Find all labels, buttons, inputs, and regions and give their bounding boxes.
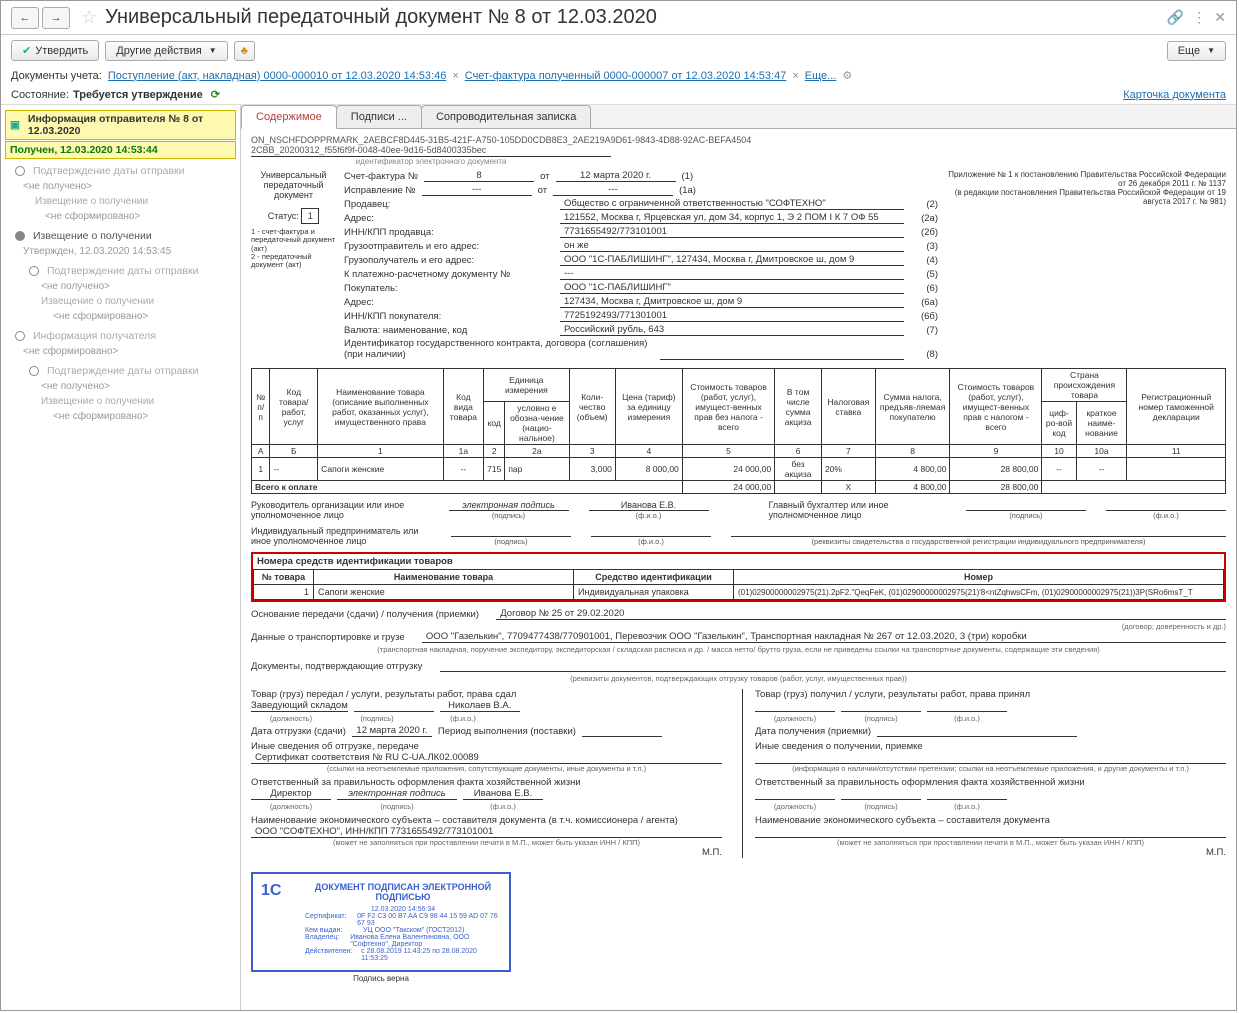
- 1c-logo-icon: 1С: [261, 882, 297, 912]
- more-button[interactable]: Еще ▼: [1167, 41, 1226, 61]
- state-label: Состояние:: [11, 89, 69, 101]
- tree-item[interactable]: Подтверждение даты отправки: [5, 263, 236, 279]
- tree-item[interactable]: Подтверждение даты отправки: [5, 363, 236, 379]
- tree-item[interactable]: Извещение о получении: [5, 394, 236, 409]
- doc-links-label: Документы учета:: [11, 70, 102, 82]
- legend: 1 - счет-фактура и передаточный документ…: [251, 228, 336, 269]
- doc-link-more[interactable]: Еще...: [805, 70, 837, 82]
- tree-sub: <не получено>: [5, 179, 236, 194]
- chevron-down-icon: ▼: [1207, 46, 1215, 55]
- tab-content[interactable]: Содержимое: [241, 105, 337, 129]
- upd-label: Универсальный передаточный документ: [251, 170, 336, 200]
- state-value: Требуется утверждение: [73, 89, 203, 101]
- other-actions-button[interactable]: Другие действия ▼: [105, 41, 227, 61]
- close-icon[interactable]: ×: [452, 70, 458, 82]
- doc-link-1[interactable]: Поступление (акт, накладная) 0000-000010…: [108, 70, 446, 82]
- status-box: 1: [301, 208, 319, 224]
- chevron-down-icon: ▼: [209, 46, 217, 55]
- hierarchy-button[interactable]: ♣: [234, 41, 255, 61]
- tree-sub: <не получено>: [5, 279, 236, 294]
- forward-button[interactable]: →: [42, 7, 70, 29]
- tree-sub: <не сформировано>: [5, 309, 236, 324]
- doc-id: ON_NSCHFDOPPRMARK_2AEBCF8D445-31B5-421F-…: [251, 135, 1226, 145]
- table-row: 1--Сапоги женские--715пар3,0008 000,0024…: [252, 458, 1226, 481]
- tree-item[interactable]: Подтверждение даты отправки: [5, 163, 236, 179]
- tree-status[interactable]: Получен, 12.03.2020 14:53:44: [5, 141, 236, 159]
- back-button[interactable]: ←: [11, 7, 39, 29]
- tree-item[interactable]: Извещение о получении: [5, 194, 236, 209]
- refresh-icon[interactable]: ⟳: [211, 88, 220, 101]
- tabs: Содержимое Подписи ... Сопроводительная …: [241, 105, 1236, 129]
- close-icon[interactable]: ✕: [1214, 9, 1226, 26]
- total-row: Всего к оплате 24 000,00 X 4 800,00 28 8…: [252, 481, 1226, 494]
- check-icon: ✔: [22, 44, 31, 57]
- doc-id: 2CBB_20200312_f55f6f9f-0048-40ee-9d16-5d…: [251, 145, 1226, 155]
- status-tree: ▣Информация отправителя № 8 от 12.03.202…: [1, 105, 241, 1010]
- link-icon[interactable]: 🔗: [1167, 9, 1184, 26]
- tree-item[interactable]: Извещение о получении: [5, 228, 236, 244]
- close-icon[interactable]: ×: [792, 70, 798, 82]
- signature-stamp: 1С ДОКУМЕНТ ПОДПИСАН ЭЛЕКТРОННОЙ ПОДПИСЬ…: [251, 872, 511, 972]
- tree-item[interactable]: Извещение о получении: [5, 294, 236, 309]
- gear-icon[interactable]: ⚙: [842, 69, 852, 82]
- doc-link-2[interactable]: Счет-фактура полученный 0000-000007 от 1…: [465, 70, 787, 82]
- tree-sub: <не сформировано>: [5, 409, 236, 424]
- tree-sub: Утвержден, 12.03.2020 14:53:45: [5, 244, 236, 259]
- card-link[interactable]: Карточка документа: [1123, 89, 1226, 101]
- doc-id-caption: идентификатор электронного документа: [251, 156, 611, 166]
- items-table: № п/п Код товара/ работ, услуг Наименова…: [251, 368, 1226, 494]
- tab-note[interactable]: Сопроводительная записка: [421, 105, 591, 128]
- approve-button[interactable]: ✔ Утвердить: [11, 40, 99, 61]
- tree-sub: <не сформировано>: [5, 209, 236, 224]
- star-icon[interactable]: ☆: [81, 7, 97, 28]
- document-view: ON_NSCHFDOPPRMARK_2AEBCF8D445-31B5-421F-…: [241, 129, 1236, 1010]
- tree-item[interactable]: Информация получателя: [5, 328, 236, 344]
- tab-signatures[interactable]: Подписи ...: [336, 105, 422, 128]
- tree-header[interactable]: ▣Информация отправителя № 8 от 12.03.202…: [5, 110, 236, 140]
- tree-sub: <не получено>: [5, 379, 236, 394]
- regulation-note: Приложение № 1 к постановлению Правитель…: [946, 170, 1226, 362]
- tree-sub: <не сформировано>: [5, 344, 236, 359]
- identification-box: Номера средств идентификации товаров № т…: [251, 552, 1226, 602]
- page-title: Универсальный передаточный документ № 8 …: [105, 6, 657, 29]
- menu-dots-icon[interactable]: ⋮: [1192, 9, 1206, 26]
- hierarchy-icon: ♣: [241, 45, 248, 57]
